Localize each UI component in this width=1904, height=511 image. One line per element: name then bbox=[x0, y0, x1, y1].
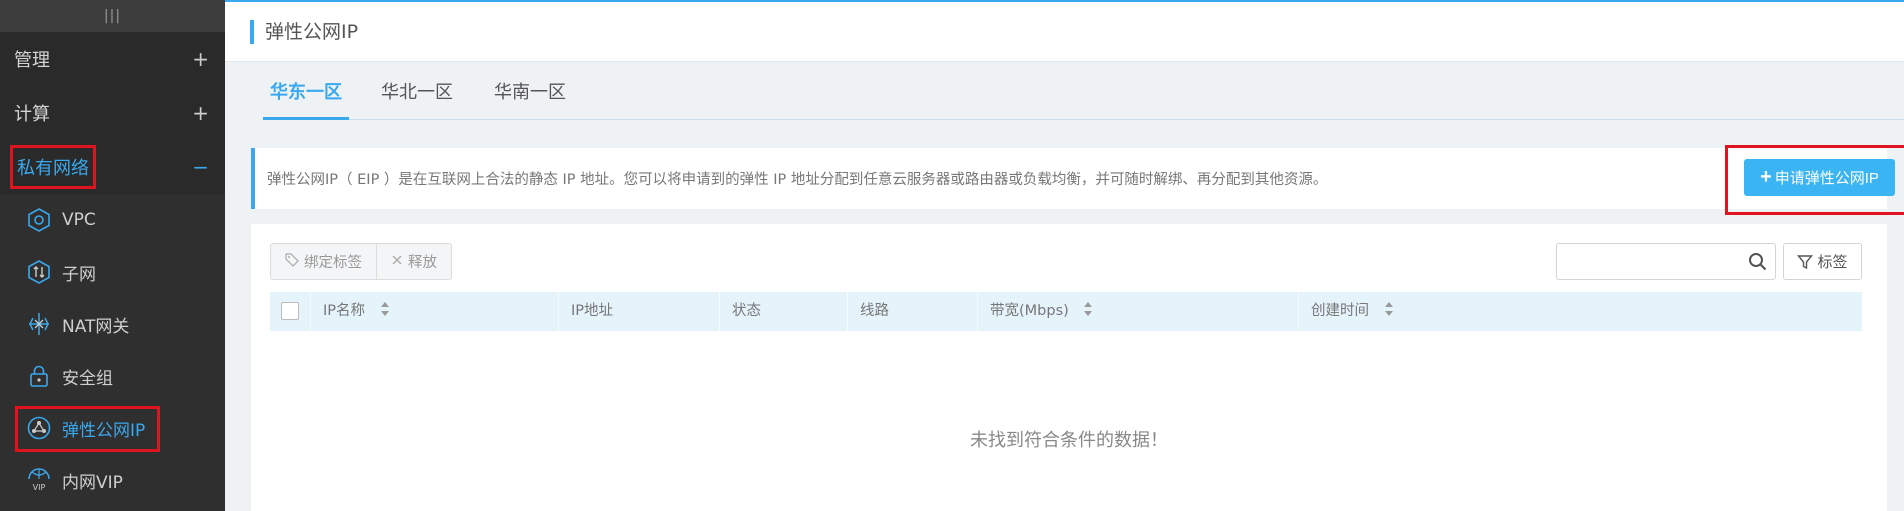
sidebar-group-compute[interactable]: 计算 + bbox=[0, 86, 225, 140]
svg-text:VIP: VIP bbox=[33, 483, 46, 492]
page-title: 弹性公网IP bbox=[265, 21, 359, 43]
search-box bbox=[1556, 243, 1776, 280]
tab-east-china-1[interactable]: 华东一区 bbox=[263, 62, 349, 120]
empty-state-message: 未找到符合条件的数据！ bbox=[970, 430, 1168, 451]
sort-icon bbox=[380, 302, 389, 316]
release-label: 释放 bbox=[408, 255, 437, 271]
sidebar-item-label: NAT网关 bbox=[62, 316, 130, 337]
sidebar-item-nat-gateway[interactable]: NAT网关 bbox=[0, 298, 225, 350]
search-input[interactable] bbox=[1557, 244, 1742, 279]
tag-filter-label: 标签 bbox=[1817, 253, 1848, 271]
sidebar-group-label: 私有网络 bbox=[10, 145, 96, 189]
col-ip-address: IP地址 bbox=[558, 292, 613, 331]
expand-icon: + bbox=[192, 101, 209, 125]
sort-icon bbox=[1084, 302, 1093, 316]
expand-icon: + bbox=[192, 47, 209, 71]
close-icon bbox=[391, 254, 403, 270]
select-all-checkbox[interactable] bbox=[281, 302, 299, 320]
subnet-icon bbox=[26, 259, 52, 285]
table-header: IP名称 IP地址 状态 线路 带宽(Mbps) 创建时间 bbox=[270, 292, 1862, 331]
tag-filter-button[interactable]: 标签 bbox=[1783, 243, 1862, 280]
eip-table-panel: 绑定标签 释放 标签 IP名称 IP地址 状态 线路 带宽(Mbps) 创建时间… bbox=[251, 224, 1887, 511]
collapse-icon: − bbox=[192, 155, 209, 179]
eip-icon bbox=[26, 415, 52, 441]
bind-tag-button[interactable]: 绑定标签 bbox=[271, 244, 376, 279]
col-bandwidth[interactable]: 带宽(Mbps) bbox=[977, 292, 1093, 331]
sidebar-collapse-handle[interactable]: ||| bbox=[0, 0, 225, 32]
bind-tag-label: 绑定标签 bbox=[304, 255, 362, 271]
sidebar-group-label: 计算 bbox=[14, 104, 50, 125]
sort-icon bbox=[1384, 302, 1393, 316]
col-label: 状态 bbox=[732, 303, 761, 319]
sidebar-item-label: VPC bbox=[62, 210, 96, 230]
info-text: 弹性公网IP（ EIP ）是在互联网上合法的静态 IP 地址。您可以将申请到的弹… bbox=[267, 172, 1328, 188]
action-buttons: 绑定标签 释放 bbox=[270, 243, 452, 280]
sidebar-group-label: 管理 bbox=[14, 50, 50, 71]
tag-icon bbox=[285, 252, 299, 271]
vip-icon: VIP bbox=[26, 467, 52, 493]
region-tabs: 华东一区 华北一区 华南一区 bbox=[263, 62, 1904, 120]
sidebar-item-eip[interactable]: 弹性公网IP bbox=[0, 402, 225, 454]
col-label: 带宽(Mbps) bbox=[990, 303, 1069, 319]
filter-icon bbox=[1797, 254, 1814, 269]
nat-gateway-icon bbox=[26, 311, 52, 337]
apply-eip-label: 申请弹性公网IP bbox=[1774, 170, 1879, 187]
col-ip-name[interactable]: IP名称 bbox=[310, 292, 390, 331]
sidebar-item-label: 子网 bbox=[62, 264, 96, 285]
sidebar-item-subnet[interactable]: 子网 bbox=[0, 246, 225, 298]
col-label: 线路 bbox=[860, 303, 889, 319]
main-content: 弹性公网IP 华东一区 华北一区 华南一区 弹性公网IP（ EIP ）是在互联网… bbox=[225, 0, 1904, 511]
col-label: IP名称 bbox=[323, 303, 366, 319]
title-bar: 弹性公网IP bbox=[225, 2, 1904, 62]
info-banner: 弹性公网IP（ EIP ）是在互联网上合法的静态 IP 地址。您可以将申请到的弹… bbox=[251, 145, 1904, 215]
release-button[interactable]: 释放 bbox=[376, 244, 451, 279]
col-label: IP地址 bbox=[571, 303, 614, 319]
tab-north-china-1[interactable]: 华北一区 bbox=[374, 62, 460, 120]
tab-south-china-1[interactable]: 华南一区 bbox=[487, 62, 573, 120]
col-label: 创建时间 bbox=[1311, 303, 1369, 319]
sidebar-group-private-network[interactable]: 私有网络 − bbox=[0, 140, 225, 194]
sidebar-group-manage[interactable]: 管理 + bbox=[0, 32, 225, 86]
plus-icon: + bbox=[1760, 166, 1772, 188]
vpc-icon bbox=[26, 207, 52, 233]
sidebar-item-vip[interactable]: VIP 内网VIP bbox=[0, 454, 225, 506]
sidebar: ||| 管理 + 计算 + 私有网络 − VPC 子网 NAT网关 安全组 弹性… bbox=[0, 0, 225, 511]
apply-eip-button[interactable]: + 申请弹性公网IP bbox=[1744, 159, 1895, 196]
col-created-time[interactable]: 创建时间 bbox=[1298, 292, 1394, 331]
col-line: 线路 bbox=[847, 292, 889, 331]
sidebar-item-label: 安全组 bbox=[62, 368, 113, 389]
title-accent-bar bbox=[250, 20, 254, 44]
search-icon[interactable] bbox=[1748, 252, 1767, 275]
sidebar-item-label: 内网VIP bbox=[62, 472, 123, 493]
sidebar-item-security-group[interactable]: 安全组 bbox=[0, 350, 225, 402]
col-status: 状态 bbox=[719, 292, 761, 331]
sidebar-item-vpc[interactable]: VPC bbox=[0, 194, 225, 246]
lock-icon bbox=[26, 363, 52, 389]
